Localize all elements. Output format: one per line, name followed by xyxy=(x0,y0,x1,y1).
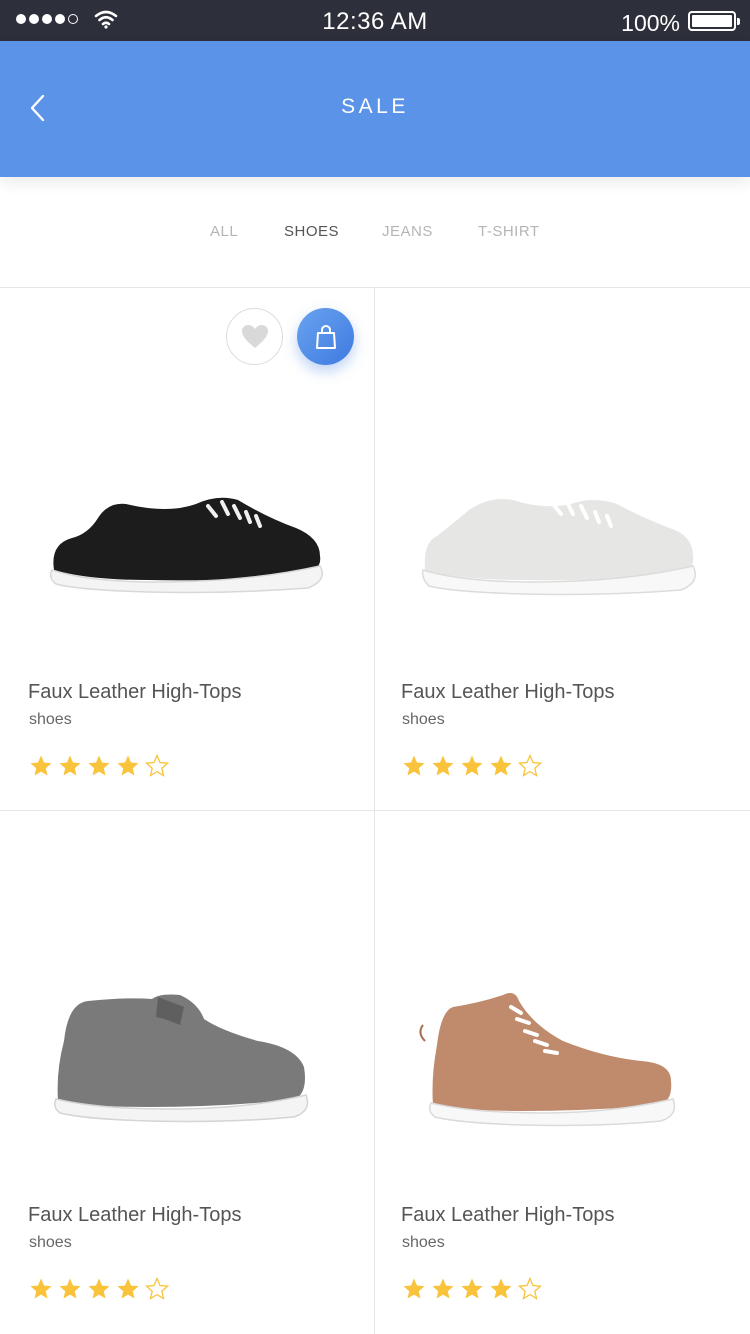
shopping-bag-icon xyxy=(315,324,336,349)
product-image[interactable] xyxy=(28,981,348,1171)
tab-all[interactable]: ALL xyxy=(210,223,238,240)
product-name[interactable]: Faux Leather High-Tops xyxy=(28,1204,241,1227)
product-name[interactable]: Faux Leather High-Tops xyxy=(401,681,614,704)
shoe-upper xyxy=(53,497,321,581)
rating-stars xyxy=(402,754,542,778)
product-image[interactable] xyxy=(403,981,723,1171)
product-card[interactable]: Faux Leather High-Tops shoes xyxy=(0,811,374,1333)
product-card[interactable]: Faux Leather High-Tops shoes xyxy=(0,288,374,810)
star-icon xyxy=(432,755,454,776)
product-category: shoes xyxy=(29,1234,72,1251)
product-image[interactable] xyxy=(28,458,348,648)
star-outline-icon xyxy=(518,754,542,777)
star-icon xyxy=(59,755,81,776)
star-icon xyxy=(403,1278,425,1299)
rating-stars xyxy=(402,1277,542,1301)
star-icon xyxy=(30,1278,52,1299)
product-category: shoes xyxy=(402,1234,445,1251)
star-icon xyxy=(88,1278,110,1299)
star-icon xyxy=(461,1278,483,1299)
tab-shoes[interactable]: SHOES xyxy=(284,223,339,240)
star-icon xyxy=(490,1278,512,1299)
add-to-cart-button[interactable] xyxy=(297,308,354,365)
star-icon xyxy=(30,755,52,776)
star-outline-icon xyxy=(518,1277,542,1300)
product-card[interactable]: Faux Leather High-Tops shoes xyxy=(375,288,749,810)
star-icon xyxy=(432,1278,454,1299)
star-icon xyxy=(490,755,512,776)
star-outline-icon xyxy=(145,1277,169,1300)
product-name[interactable]: Faux Leather High-Tops xyxy=(28,681,241,704)
product-name[interactable]: Faux Leather High-Tops xyxy=(401,1204,614,1227)
product-category: shoes xyxy=(29,711,72,728)
star-icon xyxy=(461,755,483,776)
rating-stars xyxy=(29,1277,169,1301)
tab-t-shirt[interactable]: T-SHIRT xyxy=(478,223,540,240)
star-outline-icon xyxy=(145,754,169,777)
star-icon xyxy=(59,1278,81,1299)
star-icon xyxy=(88,755,110,776)
favorite-button[interactable] xyxy=(226,308,283,365)
page-title: SALE xyxy=(341,95,409,118)
status-bar: 12:36 AM 100% xyxy=(0,0,750,41)
heart-icon xyxy=(241,324,268,348)
star-icon xyxy=(403,755,425,776)
product-card[interactable]: Faux Leather High-Tops shoes xyxy=(375,811,749,1333)
category-tabs: ALL SHOES JEANS T-SHIRT xyxy=(0,177,750,288)
star-icon xyxy=(117,755,139,776)
battery-icon xyxy=(688,11,740,31)
header: SALE xyxy=(0,41,750,177)
tab-jeans[interactable]: JEANS xyxy=(382,223,433,240)
battery-percentage: 100% xyxy=(621,10,680,36)
rating-stars xyxy=(29,754,169,778)
product-image[interactable] xyxy=(403,458,723,648)
product-category: shoes xyxy=(402,711,445,728)
star-icon xyxy=(117,1278,139,1299)
